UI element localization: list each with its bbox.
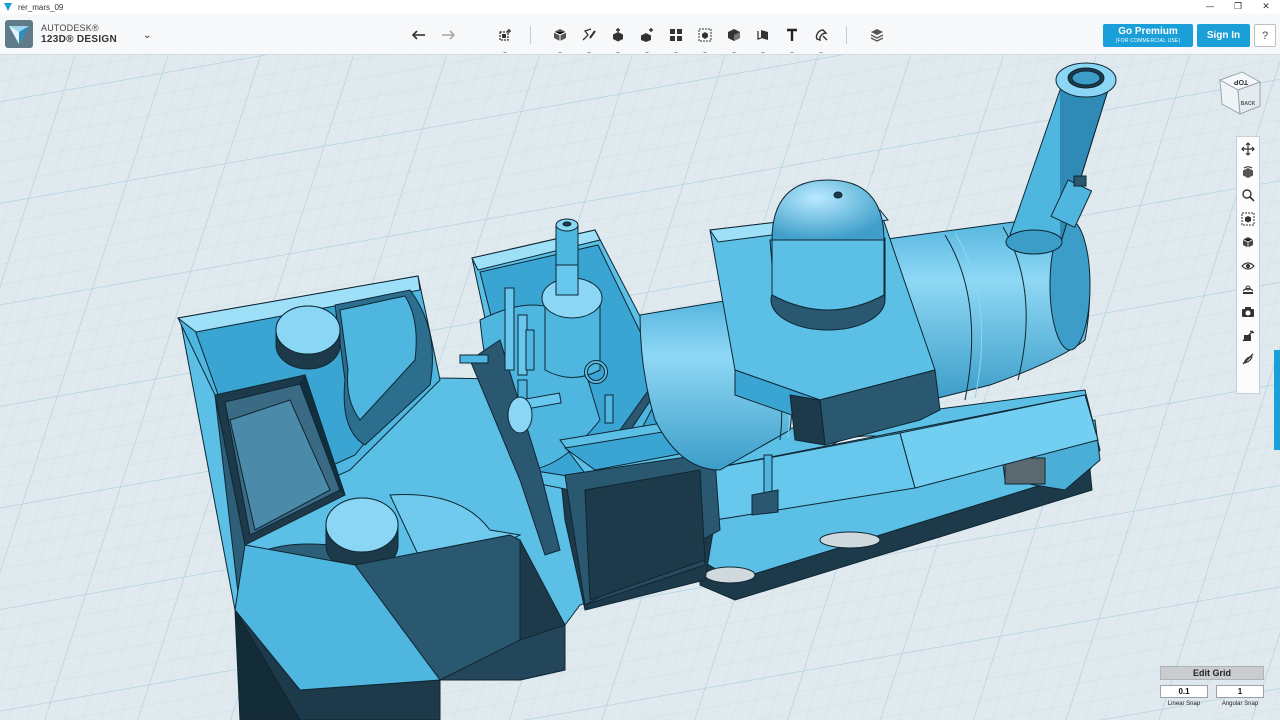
angular-snap-field[interactable]: 1	[1216, 685, 1264, 698]
text-button[interactable]	[780, 23, 804, 53]
transform-button[interactable]	[493, 23, 517, 53]
combine-button[interactable]	[722, 23, 746, 53]
construct-icon	[612, 27, 623, 41]
combine-icon	[727, 28, 740, 41]
material-button[interactable]	[865, 23, 889, 47]
premium-sublabel: (FOR COMMERCIAL USE)	[1115, 38, 1181, 44]
chevron-down-icon[interactable]: ⌄	[143, 30, 151, 41]
scene-canvas[interactable]	[0, 55, 1280, 720]
app-icon	[2, 1, 14, 13]
app-logo-icon	[5, 20, 33, 48]
grouping-icon	[698, 28, 711, 41]
snap-button[interactable]	[809, 23, 833, 53]
transform-icon	[498, 28, 511, 41]
measure-icon	[756, 29, 768, 40]
hide-meshes-icon	[1242, 353, 1254, 365]
sign-in-button[interactable]: Sign In	[1197, 24, 1250, 47]
construct-button[interactable]	[606, 23, 630, 53]
navigation-bar	[1236, 136, 1260, 394]
hide-sketches-button[interactable]	[1237, 324, 1259, 347]
sketch-icon	[582, 27, 596, 40]
orbit-icon	[1243, 166, 1253, 179]
zoom-icon	[1242, 189, 1255, 203]
material-icon	[870, 28, 883, 42]
grouping-button[interactable]	[693, 23, 717, 53]
fit-button[interactable]	[1237, 207, 1259, 230]
window-controls: — ❐ ✕	[1196, 0, 1280, 14]
undo-button[interactable]	[407, 23, 431, 47]
close-button[interactable]: ✕	[1252, 0, 1280, 14]
brand-company: AUTODESK®	[41, 23, 99, 33]
orbit-button[interactable]	[1237, 160, 1259, 183]
history-tools	[404, 14, 462, 55]
redo-button[interactable]	[436, 23, 460, 47]
snap-icon	[815, 28, 828, 41]
help-button[interactable]: ?	[1254, 24, 1276, 47]
side-panel-tab[interactable]	[1274, 350, 1280, 450]
measure-button[interactable]	[751, 23, 775, 53]
hide-sketches-icon	[1242, 330, 1255, 342]
pattern-icon	[669, 28, 682, 41]
material-tools	[862, 14, 891, 55]
linear-snap-label: Linear Snap	[1167, 701, 1201, 707]
viewcube-back-label: BACK	[1241, 101, 1256, 107]
zoom-button[interactable]	[1237, 184, 1259, 207]
modify-icon	[640, 27, 653, 42]
maximize-button[interactable]: ❐	[1224, 0, 1252, 14]
materials-outline-button[interactable]	[1237, 277, 1259, 300]
views-icon	[1242, 237, 1254, 248]
undo-icon	[411, 29, 425, 40]
premium-label: Go Premium	[1118, 26, 1178, 37]
minimize-button[interactable]: —	[1196, 0, 1224, 14]
brand-menu[interactable]: AUTODESK® 123D® DESIGN ⌄	[5, 20, 151, 48]
window-title-bar: rer_mars_09 — ❐ ✕	[0, 0, 1280, 14]
edit-grid-panel: Edit Grid 0.1 1 Linear Snap Angular Snap	[1160, 666, 1264, 714]
primitives-button[interactable]	[548, 23, 572, 53]
transform-tools	[490, 14, 519, 55]
hide-meshes-button[interactable]	[1237, 348, 1259, 371]
pan-button[interactable]	[1237, 137, 1259, 160]
primitives-icon	[553, 28, 566, 41]
modeling-tools	[545, 14, 835, 55]
pan-icon	[1241, 141, 1255, 156]
linear-snap-field[interactable]: 0.1	[1160, 685, 1208, 698]
window-title: rer_mars_09	[18, 2, 64, 12]
modify-button[interactable]	[635, 23, 659, 53]
main-toolbar: AUTODESK® 123D® DESIGN ⌄ Go Premium (FOR…	[0, 14, 1280, 55]
redo-icon	[441, 29, 455, 40]
3d-viewport[interactable]	[0, 55, 1280, 720]
camera-icon	[1242, 307, 1254, 318]
fit-icon	[1241, 212, 1255, 226]
visibility-button[interactable]	[1237, 254, 1259, 277]
screenshot-button[interactable]	[1237, 301, 1259, 324]
viewcube-top-label: TOP	[1234, 78, 1249, 85]
views-button[interactable]	[1237, 231, 1259, 254]
pattern-button[interactable]	[664, 23, 688, 53]
brand-product: 123D® DESIGN	[41, 34, 117, 45]
view-cube[interactable]: TOP BACK	[1214, 68, 1266, 120]
visibility-icon	[1241, 262, 1255, 270]
go-premium-button[interactable]: Go Premium (FOR COMMERCIAL USE)	[1103, 24, 1193, 47]
edit-grid-button[interactable]: Edit Grid	[1160, 666, 1264, 680]
angular-snap-label: Angular Snap	[1221, 701, 1259, 707]
text-icon	[786, 28, 797, 41]
materials-outline-icon	[1242, 285, 1254, 295]
sketch-button[interactable]	[577, 23, 601, 53]
